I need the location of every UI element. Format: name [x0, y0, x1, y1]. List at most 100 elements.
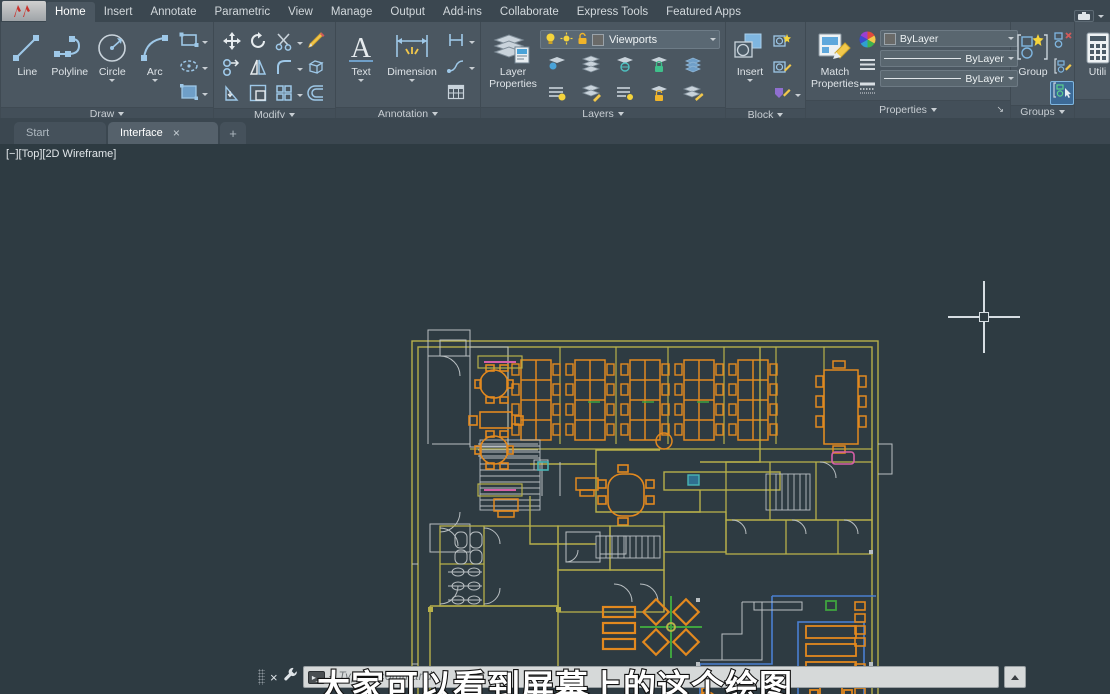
- command-prompt-icon[interactable]: ▸_: [307, 670, 325, 684]
- layer-combo[interactable]: Viewports: [540, 30, 720, 49]
- panel-groups-expand-icon[interactable]: [1058, 110, 1065, 114]
- table-button[interactable]: [443, 81, 469, 107]
- new-drawing-tab-button[interactable]: +: [220, 122, 246, 144]
- trim-button[interactable]: [271, 30, 297, 56]
- object-lineweight-combo[interactable]: ByLayer: [879, 70, 1018, 87]
- ribbon-tab-annotate[interactable]: Annotate: [141, 2, 205, 22]
- chevron-down-icon[interactable]: [1098, 14, 1104, 18]
- layer-lock-button[interactable]: [642, 52, 676, 78]
- panel-groups-label[interactable]: Groups: [1011, 105, 1074, 118]
- object-linetype-combo[interactable]: ByLayer: [879, 50, 1018, 67]
- text-button[interactable]: A Text: [341, 28, 381, 82]
- line-button[interactable]: Line: [6, 28, 49, 78]
- command-history-dropdown-icon[interactable]: [328, 675, 335, 679]
- command-scroll-up-button[interactable]: [1004, 666, 1026, 688]
- panel-annotation-expand-icon[interactable]: [432, 112, 439, 116]
- arc-button[interactable]: Arc: [134, 28, 177, 82]
- layer-off-button[interactable]: [608, 52, 642, 78]
- command-input-wrapper[interactable]: ▸_ Type a command: [302, 666, 999, 688]
- lock-icon[interactable]: [576, 32, 589, 48]
- text-dropdown-icon[interactable]: [358, 79, 364, 82]
- ribbon-tab-featured-apps[interactable]: Featured Apps: [657, 2, 750, 22]
- rectangle-button[interactable]: [176, 29, 202, 55]
- ribbon-tab-output[interactable]: Output: [381, 2, 434, 22]
- drawing-canvas[interactable]: [−][Top][2D Wireframe]: [0, 144, 1110, 694]
- customize-icon[interactable]: [283, 667, 298, 687]
- stretch-button[interactable]: [219, 82, 245, 108]
- rectangle-dropdown-icon[interactable]: [202, 40, 208, 44]
- layer-match-button[interactable]: [676, 81, 710, 107]
- application-menu-button[interactable]: [2, 1, 46, 21]
- layer-thaw-button[interactable]: [608, 81, 642, 107]
- offset-button[interactable]: [303, 82, 329, 108]
- insert-button[interactable]: Insert: [731, 28, 769, 82]
- layer-color-swatch[interactable]: [592, 33, 604, 46]
- ribbon-tab-parametric[interactable]: Parametric: [206, 2, 280, 22]
- insert-dropdown-icon[interactable]: [747, 79, 753, 82]
- block-dropdown-icon[interactable]: [795, 93, 801, 97]
- move-button[interactable]: [219, 30, 245, 56]
- panel-block-expand-icon[interactable]: [777, 113, 784, 117]
- array-button[interactable]: [271, 82, 297, 108]
- leader-button[interactable]: [443, 55, 469, 81]
- edit-block-button[interactable]: [769, 56, 795, 82]
- ellipse-dropdown-icon[interactable]: [202, 66, 208, 70]
- arc-dropdown-icon[interactable]: [151, 79, 158, 82]
- fillet-button[interactable]: [271, 56, 297, 82]
- dim-style-dropdown-icon[interactable]: [469, 40, 475, 44]
- block-attribute-button[interactable]: [769, 82, 795, 108]
- dimension-style-button[interactable]: [443, 29, 469, 55]
- properties-dialog-launcher-icon[interactable]: ↘: [996, 104, 1004, 115]
- create-block-button[interactable]: [769, 30, 795, 56]
- panel-properties-label[interactable]: Properties ↘: [806, 100, 1010, 118]
- rotate-button[interactable]: [245, 30, 271, 56]
- ribbon-tab-manage[interactable]: Manage: [322, 2, 382, 22]
- group-selection-button[interactable]: [1050, 81, 1074, 105]
- ungroup-button[interactable]: [1050, 29, 1076, 55]
- command-input[interactable]: Type a command: [339, 671, 433, 683]
- scale-button[interactable]: [245, 82, 271, 108]
- command-line-grip[interactable]: [258, 669, 265, 685]
- layer-merge-button[interactable]: [676, 52, 710, 78]
- panel-properties-expand-icon[interactable]: [930, 107, 937, 112]
- panel-modify-expand-icon[interactable]: [288, 113, 295, 117]
- leader-dropdown-icon[interactable]: [469, 66, 475, 70]
- layer-properties-button[interactable]: Layer Properties: [486, 28, 540, 90]
- linetype-icon[interactable]: [859, 57, 876, 77]
- mirror-button[interactable]: [245, 56, 271, 82]
- match-properties-button[interactable]: Match Properties: [811, 28, 859, 90]
- panel-utilities-label[interactable]: [1075, 99, 1110, 118]
- dimension-dropdown-icon[interactable]: [409, 79, 415, 82]
- dimension-button[interactable]: Dimension: [381, 28, 443, 82]
- drawing-tab-interface[interactable]: Interface ×: [108, 122, 218, 144]
- object-color-combo[interactable]: ByLayer: [879, 30, 1018, 47]
- lineweight-icon[interactable]: [859, 81, 876, 100]
- polyline-button[interactable]: Polyline: [49, 28, 92, 78]
- group-button[interactable]: Group: [1016, 28, 1050, 78]
- layer-combo-dropdown-icon[interactable]: [710, 38, 716, 41]
- layer-isolate-button[interactable]: [540, 52, 574, 78]
- panel-layers-expand-icon[interactable]: [617, 112, 624, 116]
- group-edit-button[interactable]: [1050, 55, 1076, 81]
- sun-icon[interactable]: [560, 32, 573, 48]
- lightbulb-on-icon[interactable]: [544, 32, 557, 48]
- copy-button[interactable]: [219, 56, 245, 82]
- hatch-button[interactable]: [176, 81, 202, 107]
- color-wheel-icon[interactable]: [859, 31, 876, 53]
- layer-unlock-button[interactable]: [642, 81, 676, 107]
- drawing-tab-start[interactable]: Start: [14, 122, 106, 144]
- close-icon[interactable]: ×: [270, 671, 278, 684]
- erase-button[interactable]: [303, 30, 329, 56]
- layer-unisolate-button[interactable]: [574, 81, 608, 107]
- ribbon-tab-addins[interactable]: Add-ins: [434, 2, 491, 22]
- circle-button[interactable]: Circle: [91, 28, 134, 82]
- panel-draw-expand-icon[interactable]: [118, 112, 125, 116]
- ribbon-tab-view[interactable]: View: [279, 2, 322, 22]
- ribbon-tab-express-tools[interactable]: Express Tools: [568, 2, 657, 22]
- circle-dropdown-icon[interactable]: [109, 79, 116, 82]
- array3d-button[interactable]: [303, 56, 329, 82]
- ribbon-tab-collaborate[interactable]: Collaborate: [491, 2, 568, 22]
- ellipse-button[interactable]: [176, 55, 202, 81]
- ribbon-tab-insert[interactable]: Insert: [95, 2, 142, 22]
- ribbon-tab-home[interactable]: Home: [46, 2, 95, 22]
